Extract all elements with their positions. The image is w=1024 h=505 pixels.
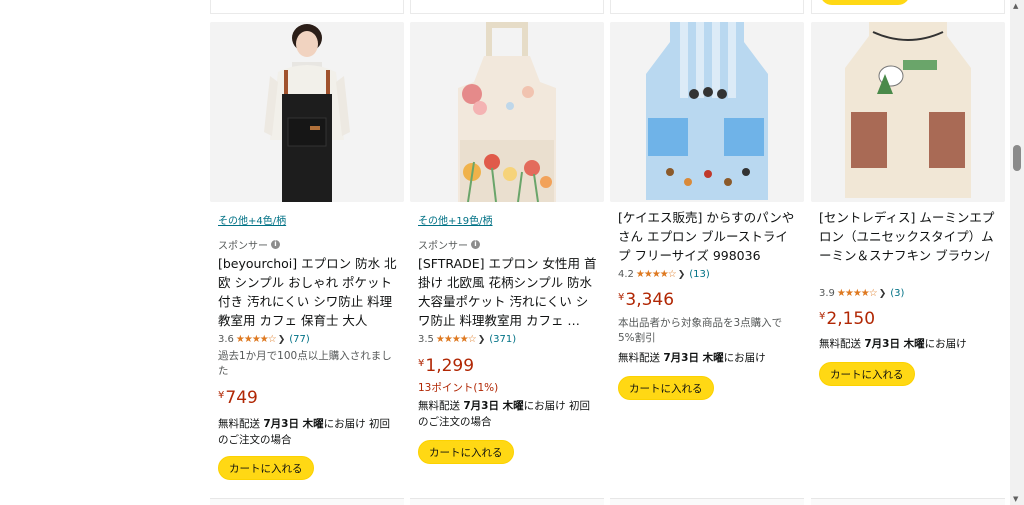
star-icon: ★★★★☆ — [235, 334, 277, 345]
price: ¥2,150 — [819, 309, 875, 329]
add-to-cart-button[interactable]: カートに入れる — [618, 376, 714, 400]
product-image[interactable] — [410, 22, 604, 202]
chevron-down-icon[interactable]: ❯ — [478, 335, 486, 345]
product-title[interactable]: [ケイエス販売] からすのパンやさん エプロン ブルーストライプ フリーサイズ … — [618, 208, 798, 266]
chevron-down-icon[interactable]: ❯ — [278, 335, 286, 345]
price: ¥749 — [218, 388, 258, 408]
currency-symbol: ¥ — [618, 292, 625, 303]
delivery-info: 無料配送 7月3日 木曜にお届け 初回のご注文の場合 — [418, 398, 600, 430]
info-icon[interactable]: i — [471, 240, 480, 249]
scroll-down-arrow-icon[interactable]: ▼ — [1013, 495, 1018, 503]
currency-symbol: ¥ — [218, 390, 225, 401]
delivery-note: にお届け — [924, 338, 967, 350]
delivery-date: 7月3日 木曜 — [463, 400, 524, 412]
add-to-cart-button[interactable] — [820, 0, 910, 5]
product-image[interactable] — [811, 22, 1005, 202]
chevron-down-icon[interactable]: ❯ — [879, 289, 887, 299]
review-count[interactable]: (3) — [890, 288, 904, 299]
rating-value: 3.6 — [218, 334, 234, 345]
add-to-cart-button[interactable]: カートに入れる — [418, 440, 514, 464]
delivery-date: 7月3日 木曜 — [263, 418, 324, 430]
next-row-card — [210, 498, 404, 505]
product-title[interactable]: [セントレディス] ムーミンエプロン（ユニセックスタイプ）ムーミン＆スナフキン … — [819, 208, 999, 266]
delivery-label: 無料配送 — [618, 352, 660, 364]
delivery-info: 無料配送 7月3日 木曜にお届け 初回のご注文の場合 — [218, 416, 400, 448]
points-label: 13ポイント(1%) — [418, 382, 499, 394]
rating-value: 4.2 — [618, 269, 634, 280]
review-count[interactable]: (13) — [689, 269, 710, 280]
purchase-note: 過去1か月で100点以上購入されました — [218, 350, 392, 377]
previous-row-card — [811, 0, 1005, 14]
delivery-date: 7月3日 木曜 — [663, 352, 724, 364]
product-card: [ケイエス販売] からすのパンやさん エプロン ブルーストライプ フリーサイズ … — [610, 22, 804, 492]
delivery-label: 無料配送 — [819, 338, 861, 350]
product-image[interactable] — [210, 22, 404, 202]
price-value: 1,299 — [425, 356, 475, 376]
discount-note: 本出品者から対象商品を3点購入で5%割引 — [618, 317, 783, 344]
delivery-label: 無料配送 — [418, 400, 460, 412]
previous-row-card — [210, 0, 404, 14]
delivery-info: 無料配送 7月3日 木曜にお届け — [819, 336, 1001, 352]
scrollbar[interactable]: ▲ ▼ — [1010, 0, 1024, 505]
price-value: 2,150 — [826, 309, 876, 329]
currency-symbol: ¥ — [418, 358, 425, 369]
delivery-label: 無料配送 — [218, 418, 260, 430]
delivery-info: 無料配送 7月3日 木曜にお届け — [618, 350, 800, 366]
next-row-card — [610, 498, 804, 505]
add-to-cart-button[interactable]: カートに入れる — [218, 456, 314, 480]
product-title[interactable]: [beyourchoi] エプロン 防水 北欧 シンプル おしゃれ ポケット付き… — [218, 254, 398, 330]
next-row-card — [811, 498, 1005, 505]
delivery-note: にお届け — [723, 352, 766, 364]
product-title[interactable]: [SFTRADE] エプロン 女性用 首掛け 北欧風 花柄シンプル 防水 大容量… — [418, 254, 598, 330]
star-icon: ★★★★☆ — [836, 288, 878, 299]
previous-row-card — [610, 0, 804, 14]
variant-link[interactable]: その他+19色/柄 — [418, 212, 492, 227]
rating-row[interactable]: 3.5 ★★★★☆ ❯ (371) — [418, 334, 516, 345]
previous-row-card — [410, 0, 604, 14]
price-value: 3,346 — [625, 290, 675, 310]
add-to-cart-button[interactable]: カートに入れる — [819, 362, 915, 386]
rating-row[interactable]: 4.2 ★★★★☆ ❯ (13) — [618, 269, 710, 280]
variant-link[interactable]: その他+4色/柄 — [218, 212, 286, 227]
rating-row[interactable]: 3.6 ★★★★☆ ❯ (77) — [218, 334, 310, 345]
price-value: 749 — [225, 388, 258, 408]
product-image[interactable] — [610, 22, 804, 202]
info-icon[interactable]: i — [271, 240, 280, 249]
next-row-card — [410, 498, 604, 505]
review-count[interactable]: (371) — [489, 334, 516, 345]
rating-row[interactable]: 3.9 ★★★★☆ ❯ (3) — [819, 288, 904, 299]
scrollbar-thumb[interactable] — [1013, 145, 1021, 171]
currency-symbol: ¥ — [819, 311, 826, 322]
rating-value: 3.5 — [418, 334, 434, 345]
rating-value: 3.9 — [819, 288, 835, 299]
chevron-down-icon[interactable]: ❯ — [678, 270, 686, 280]
star-icon: ★★★★☆ — [635, 269, 677, 280]
product-card: その他+4色/柄 スポンサー i [beyourchoi] エプロン 防水 北欧 … — [210, 22, 404, 492]
sponsored-text: スポンサー — [218, 241, 268, 252]
sponsored-label[interactable]: スポンサー i — [218, 237, 280, 252]
price: ¥3,346 — [618, 290, 674, 310]
sponsored-text: スポンサー — [418, 241, 468, 252]
price: ¥1,299 — [418, 356, 474, 376]
review-count[interactable]: (77) — [289, 334, 310, 345]
product-card: その他+19色/柄 スポンサー i [SFTRADE] エプロン 女性用 首掛け … — [410, 22, 604, 492]
star-icon: ★★★★☆ — [435, 334, 477, 345]
product-card: [セントレディス] ムーミンエプロン（ユニセックスタイプ）ムーミン＆スナフキン … — [811, 22, 1005, 492]
sponsored-label[interactable]: スポンサー i — [418, 237, 480, 252]
delivery-date: 7月3日 木曜 — [864, 338, 925, 350]
scroll-up-arrow-icon[interactable]: ▲ — [1013, 2, 1018, 10]
